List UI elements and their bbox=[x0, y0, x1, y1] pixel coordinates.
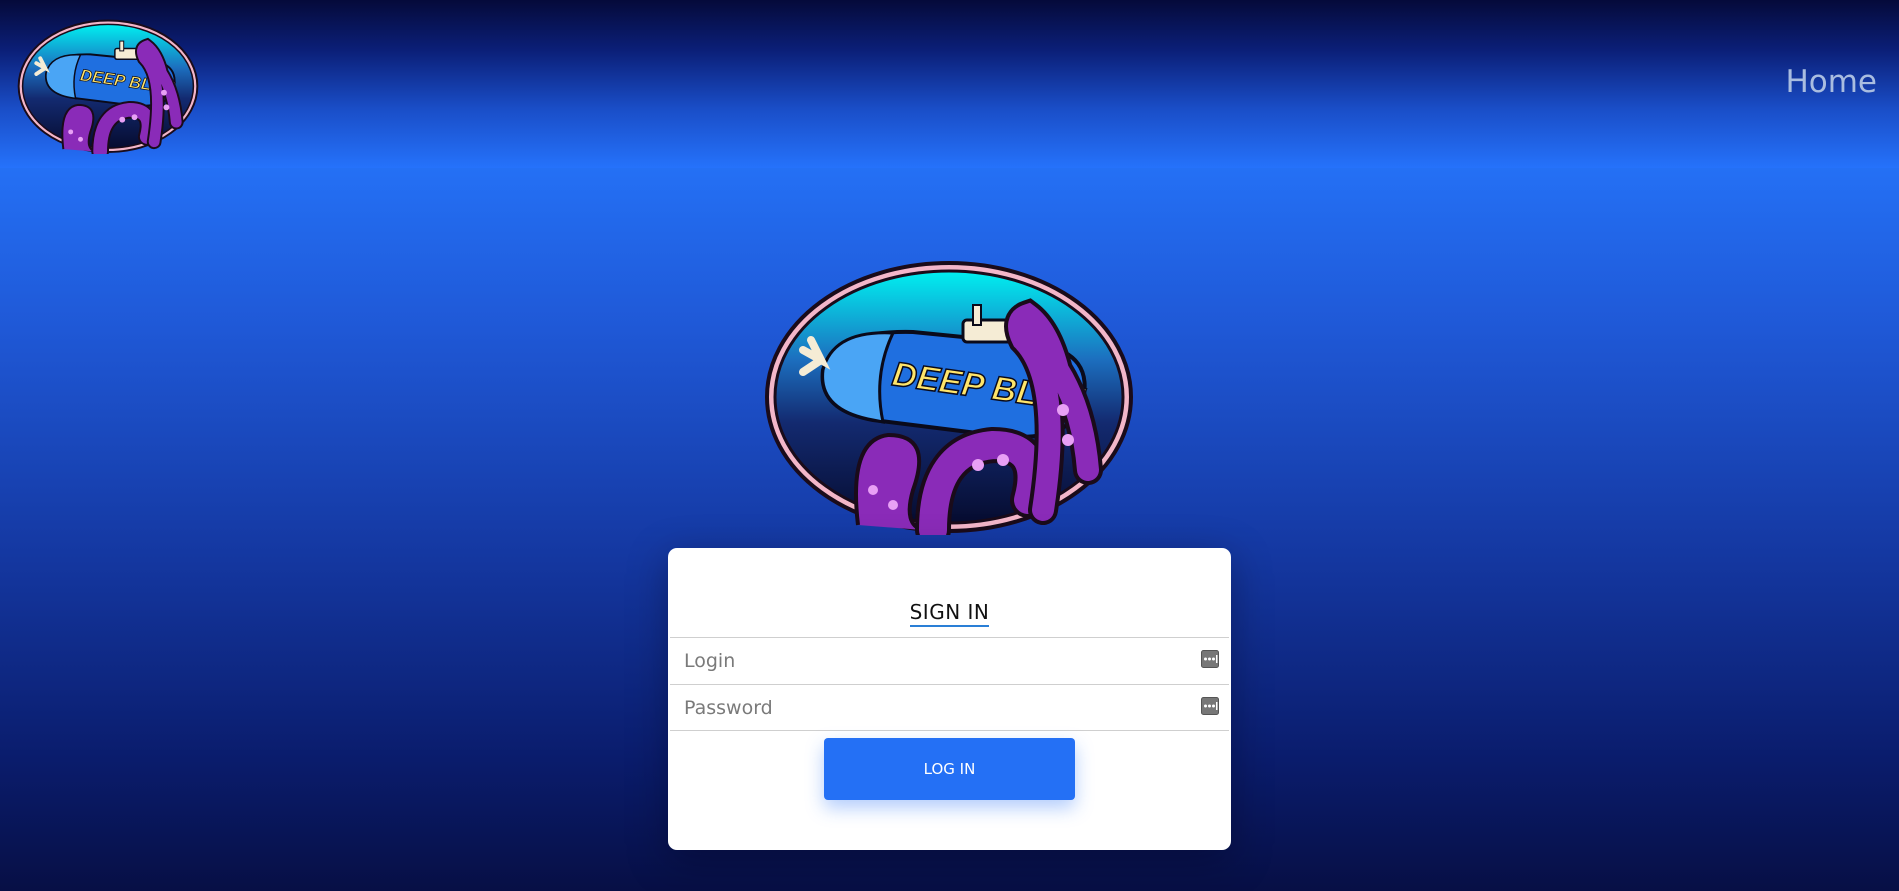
log-in-button[interactable]: LOG IN bbox=[824, 738, 1075, 800]
password-manager-key-icon[interactable] bbox=[1201, 650, 1219, 668]
sign-in-heading: SIGN IN bbox=[668, 600, 1231, 627]
login-card: SIGN IN LOG IN bbox=[668, 548, 1231, 850]
password-field bbox=[670, 684, 1229, 731]
password-manager-key-icon[interactable] bbox=[1201, 697, 1219, 715]
deep-blue-logo-small[interactable]: DEEP BLUE bbox=[14, 19, 202, 154]
deep-blue-logo: DEEP BLUE bbox=[765, 261, 1133, 535]
sign-in-title: SIGN IN bbox=[909, 600, 990, 627]
header-bar: DEEP BLUE Home bbox=[0, 0, 1899, 168]
login-field bbox=[670, 637, 1229, 683]
nav-home-link[interactable]: Home bbox=[1785, 64, 1877, 100]
login-input[interactable] bbox=[670, 638, 1229, 683]
password-input[interactable] bbox=[670, 685, 1229, 730]
